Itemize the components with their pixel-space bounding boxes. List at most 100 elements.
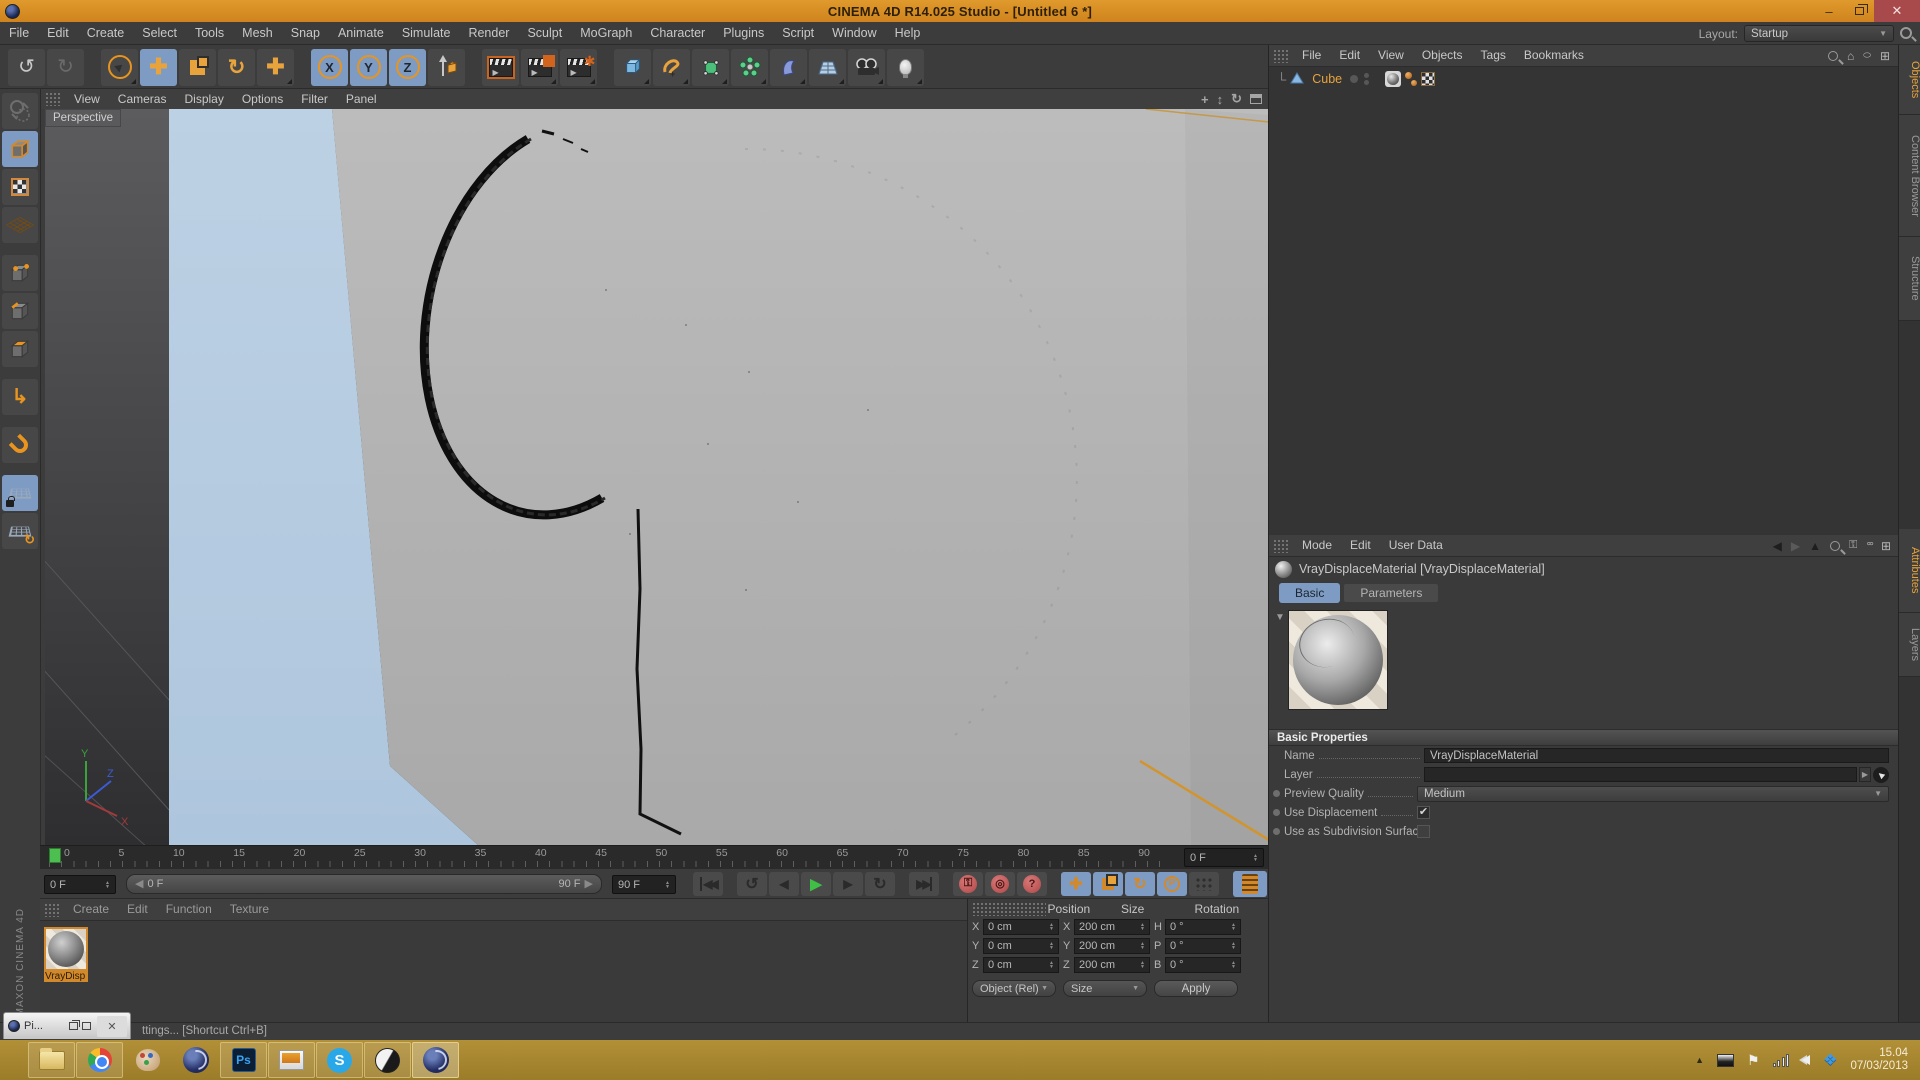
menu-create[interactable]: Create [78,22,134,45]
om-menu-tags[interactable]: Tags [1472,44,1515,67]
texture-mode-button[interactable] [2,169,38,205]
om-menu-view[interactable]: View [1369,44,1413,67]
goto-end-button[interactable]: ▶▶ [909,872,939,896]
lock-z-axis-button[interactable]: Z [389,49,426,86]
add-light-button[interactable] [887,49,924,86]
taskbar-photoshop-button[interactable]: Ps [220,1042,267,1078]
network-signal-icon[interactable] [1773,1054,1790,1067]
add-subdivision-surface-button[interactable] [692,49,729,86]
minimize-button[interactable]: – [1814,0,1844,22]
move-tool-button[interactable]: ✚ [140,49,177,86]
timeline-mode-button[interactable] [1233,871,1267,897]
menu-select[interactable]: Select [133,22,186,45]
viewport-canvas[interactable]: Perspective [45,109,1269,846]
mini-close-icon[interactable]: ✕ [97,1016,127,1037]
mini-maximize-icon[interactable] [82,1022,91,1030]
mm-menu-create[interactable]: Create [64,898,118,921]
menu-script[interactable]: Script [773,22,823,45]
make-editable-button[interactable] [2,93,38,129]
search-icon[interactable] [1900,27,1912,39]
play-button[interactable]: ▶ [801,872,831,896]
am-menu-userdata[interactable]: User Data [1380,534,1452,557]
taskbar-paint-button[interactable] [124,1042,171,1078]
taskbar-chrome-button[interactable] [76,1042,123,1078]
tab-basic[interactable]: Basic [1279,583,1340,603]
layer-picker-icon[interactable] [1873,767,1889,783]
om-menu-file[interactable]: File [1293,44,1330,67]
menu-plugins[interactable]: Plugins [714,22,773,45]
menu-mograph[interactable]: MoGraph [571,22,641,45]
timeline-range-scrollbar[interactable]: ◀ 0 F 90 F ▶ [126,874,602,894]
goto-start-button[interactable]: ◀◀ [693,872,723,896]
next-key-button[interactable]: ↻ [865,872,895,896]
history-back-icon[interactable]: ◀ [1773,539,1782,553]
redo-button[interactable]: ↻ [47,49,84,86]
lock-icon[interactable]: ⚿ [1849,539,1857,552]
object-name[interactable]: Cube [1308,72,1346,86]
dock-grip-icon[interactable] [1273,49,1289,63]
tab-layers[interactable]: Layers [1899,613,1920,677]
taskbar-mail-button[interactable] [268,1042,315,1078]
rotation-b-input[interactable]: 0 °▲▼ [1165,957,1241,973]
anim-dot-icon[interactable] [1273,790,1280,797]
taskbar-cinema4d-active-button[interactable] [412,1042,459,1078]
object-row-cube[interactable]: └ Cube [1269,69,1898,89]
search-icon[interactable] [1830,541,1840,551]
position-y-input[interactable]: 0 cm▲▼ [983,938,1059,954]
layer-field[interactable] [1424,767,1857,782]
add-floor-button[interactable] [809,49,846,86]
rotation-h-input[interactable]: 0 °▲▼ [1165,919,1241,935]
vp-menu-cameras[interactable]: Cameras [109,89,176,109]
workplane-rotate-button[interactable]: ↻ [2,513,38,549]
menu-tools[interactable]: Tools [186,22,233,45]
frame-field-spinner[interactable]: 0 F ▲▼ [44,875,116,894]
position-mode-dropdown[interactable]: Object (Rel)▼ [972,980,1056,997]
taskbar-swirl-app-button[interactable] [364,1042,411,1078]
rotation-p-input[interactable]: 0 °▲▼ [1165,938,1241,954]
collapse-caret-icon[interactable]: ▼ [1275,612,1285,725]
current-frame-spinner[interactable]: 0 F ▲▼ [1184,848,1264,867]
rotate-view-icon[interactable]: ↻ [1231,91,1242,107]
mm-menu-edit[interactable]: Edit [118,898,157,921]
render-picture-viewer-button[interactable] [521,49,558,86]
material-name[interactable]: VrayDisp [44,971,88,982]
render-view-button[interactable] [482,49,519,86]
taskbar-skype-button[interactable]: S [316,1042,363,1078]
material-tag-icon[interactable] [1385,71,1401,87]
toggle-view-icon[interactable] [1250,94,1262,104]
link-dots-icon[interactable]: °° [1866,539,1872,553]
material-item[interactable]: VrayDisp [44,927,90,982]
menu-sculpt[interactable]: Sculpt [518,22,571,45]
menu-window[interactable]: Window [823,22,885,45]
record-scale-button[interactable] [1093,872,1123,896]
menu-render[interactable]: Render [459,22,518,45]
points-mode-button[interactable] [2,255,38,291]
tab-parameters[interactable]: Parameters [1343,583,1439,603]
mm-menu-function[interactable]: Function [157,898,221,921]
size-y-input[interactable]: 200 cm▲▼ [1074,938,1150,954]
anim-dot-icon[interactable] [1273,828,1280,835]
restore-button[interactable] [1844,0,1874,22]
anim-dot-icon[interactable] [1273,809,1280,816]
axis-mode-button[interactable]: ↳ [2,379,38,415]
tab-attributes[interactable]: Attributes [1899,529,1920,613]
add-cube-button[interactable] [614,49,651,86]
name-field[interactable]: VrayDisplaceMaterial [1424,748,1889,763]
position-z-input[interactable]: 0 cm▲▼ [983,957,1059,973]
add-camera-button[interactable] [848,49,885,86]
tab-objects[interactable]: Objects [1899,45,1920,115]
tray-app-icon[interactable] [1717,1054,1734,1067]
vp-menu-view[interactable]: View [65,89,109,109]
layout-dropdown[interactable]: Startup ▼ [1744,25,1894,42]
add-array-button[interactable] [731,49,768,86]
record-rotation-button[interactable]: ↻ [1125,872,1155,896]
prev-frame-button[interactable]: ◀ [769,872,799,896]
dropbox-icon[interactable]: ❖ [1823,1050,1837,1070]
taskbar-cinema4d-button[interactable] [172,1042,219,1078]
polygons-mode-button[interactable] [2,331,38,367]
history-forward-icon[interactable]: ▶ [1791,539,1800,553]
keyframe-selection-button[interactable]: ? [1017,872,1047,896]
action-center-flag-icon[interactable]: ⚑ [1747,1052,1760,1069]
menu-simulate[interactable]: Simulate [393,22,460,45]
volume-icon[interactable] [1802,1055,1810,1065]
